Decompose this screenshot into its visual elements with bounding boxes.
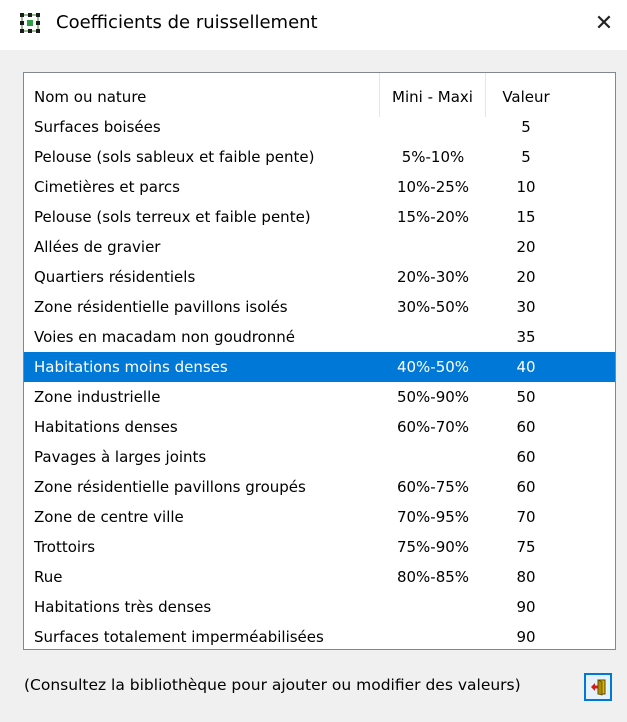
cell-name: Habitations denses [34,418,178,436]
cell-value: 35 [516,328,536,346]
cell-name: Allées de gravier [34,238,161,256]
cell-range [380,622,486,649]
table-row[interactable]: Zone industrielle 50%-90% 50 [24,382,615,412]
table-row[interactable]: Habitations denses 60%-70% 60 [24,412,615,442]
cell-range: 80%-85% [396,568,470,586]
grid-app-icon [20,13,40,33]
table-row[interactable]: Surfaces boisées 5 [24,112,615,142]
cell-name: Pavages à larges joints [34,448,207,466]
cell-range: 10%-25% [396,178,470,196]
cell-value: 10 [516,178,536,196]
cell-name: Zone résidentielle pavillons groupés [34,478,306,496]
dialog-window: Coefficients de ruissellement ✕ Nom ou n… [0,0,627,722]
cell-value: 30 [516,298,536,316]
cell-name: Quartiers résidentiels [34,268,196,286]
cell-range [380,322,486,352]
cell-value: 60 [516,478,536,496]
cell-name: Pelouse (sols sableux et faible pente) [34,148,315,166]
cell-range: 60%-75% [396,478,470,496]
exit-button[interactable] [584,673,612,701]
cell-range: 50%-90% [396,388,470,406]
cell-range [380,442,486,472]
cell-name: Habitations moins denses [34,358,228,376]
cell-value: 20 [516,268,536,286]
table-row[interactable]: Habitations moins denses 40%-50% 40 [24,352,615,382]
table-row[interactable]: Pelouse (sols sableux et faible pente) 5%… [24,142,615,172]
window-title: Coefficients de ruissellement [56,12,318,33]
cell-value: 5 [521,148,531,166]
list-header: Nom ou nature Mini - Maxi Valeur [24,73,615,117]
cell-name: Voies en macadam non goudronné [34,328,296,346]
cell-range: 20%-30% [396,268,470,286]
cell-range: 70%-95% [396,508,470,526]
title-bar: Coefficients de ruissellement ✕ [0,0,627,50]
table-row[interactable]: Cimetières et parcs 10%-25% 10 [24,172,615,202]
table-row[interactable]: Surfaces totalement imperméabilisées 90 [24,622,615,649]
column-header-value[interactable]: Valeur [486,73,566,117]
cell-value: 75 [516,538,536,556]
table-row[interactable]: Allées de gravier 20 [24,232,615,262]
cell-name: Pelouse (sols terreux et faible pente) [34,208,311,226]
close-icon: ✕ [594,10,614,36]
table-row[interactable]: Zone de centre ville 70%-95% 70 [24,502,615,532]
cell-name: Zone industrielle [34,388,161,406]
library-hint: (Consultez la bibliothèque pour ajouter … [24,676,521,694]
cell-value: 50 [516,388,536,406]
table-row[interactable]: Trottoirs 75%-90% 75 [24,532,615,562]
table-row[interactable]: Pelouse (sols terreux et faible pente) 15… [24,202,615,232]
table-row[interactable]: Pavages à larges joints 60 [24,442,615,472]
column-header-name[interactable]: Nom ou nature [24,73,380,117]
table-row[interactable]: Zone résidentielle pavillons isolés 30%-5… [24,292,615,322]
list-rows: Surfaces boisées 5 Pelouse (sols sableux e… [24,112,615,649]
cell-range [380,112,486,142]
table-row[interactable]: Habitations très denses 90 [24,592,615,622]
cell-value: 20 [516,238,536,256]
exit-door-icon [591,679,606,696]
cell-name: Rue [34,568,63,586]
cell-value: 5 [521,118,531,136]
cell-value: 90 [516,598,536,616]
column-header-range[interactable]: Mini - Maxi [380,73,486,117]
coefficients-list[interactable]: Nom ou nature Mini - Maxi Valeur Surface… [23,72,616,650]
cell-value: 60 [516,448,536,466]
cell-name: Habitations très denses [34,598,212,616]
cell-range [380,232,486,262]
cell-range: 15%-20% [396,208,470,226]
close-button[interactable]: ✕ [581,0,627,46]
cell-name: Trottoirs [34,538,96,556]
cell-value: 40 [516,358,536,376]
cell-range: 40%-50% [396,358,470,376]
cell-name: Surfaces totalement imperméabilisées [34,628,324,646]
cell-range: 5%-10% [401,148,465,166]
cell-value: 90 [516,628,536,646]
table-row[interactable]: Quartiers résidentiels 20%-30% 20 [24,262,615,292]
cell-range: 75%-90% [396,538,470,556]
table-row[interactable]: Voies en macadam non goudronné 35 [24,322,615,352]
cell-name: Zone de centre ville [34,508,184,526]
cell-range: 30%-50% [396,298,470,316]
cell-value: 80 [516,568,536,586]
cell-name: Cimetières et parcs [34,178,180,196]
cell-range: 60%-70% [396,418,470,436]
cell-name: Surfaces boisées [34,118,161,136]
cell-value: 70 [516,508,536,526]
table-row[interactable]: Zone résidentielle pavillons groupés 60%-… [24,472,615,502]
cell-value: 60 [516,418,536,436]
cell-value: 15 [516,208,536,226]
cell-range [380,592,486,622]
cell-name: Zone résidentielle pavillons isolés [34,298,288,316]
table-row[interactable]: Rue 80%-85% 80 [24,562,615,592]
